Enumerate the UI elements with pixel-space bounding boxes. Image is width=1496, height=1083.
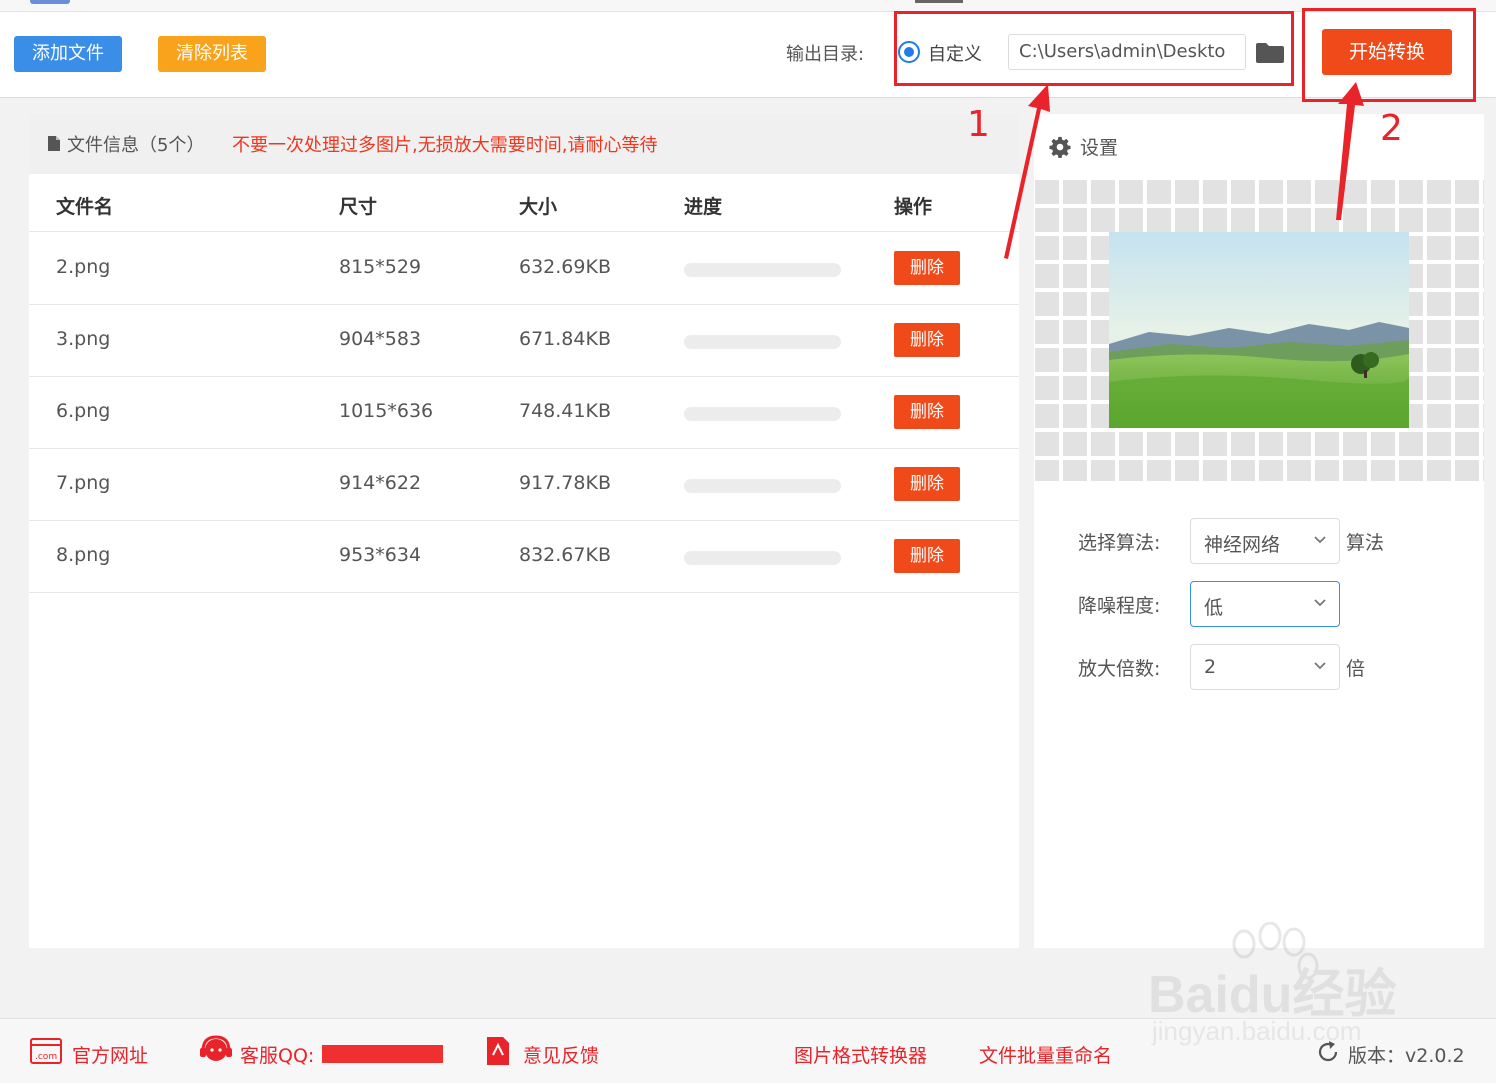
progress-bar: [684, 479, 841, 493]
feedback-icon: [487, 1037, 509, 1065]
refresh-icon[interactable]: [1316, 1040, 1340, 1064]
annotation-number-1: 1: [967, 104, 990, 145]
algorithm-select[interactable]: 神经网络: [1190, 518, 1340, 564]
table-row: 8.png 953*634 832.67KB 删除: [29, 521, 1019, 593]
file-table-header: 文件名 尺寸 大小 进度 操作: [29, 174, 1019, 232]
document-icon: [48, 136, 60, 151]
svg-text:.com: .com: [35, 1052, 57, 1062]
chevron-down-icon: [1314, 662, 1326, 670]
processing-warning: 不要一次处理过多图片,无损放大需要时间,请耐心等待: [232, 135, 658, 156]
dimensions-cell: 1015*636: [339, 400, 434, 422]
algorithm-label: 选择算法:: [1078, 532, 1161, 554]
file-name-cell: 7.png: [56, 472, 111, 494]
table-row: 2.png 815*529 632.69KB 删除: [29, 233, 1019, 305]
column-header-name: 文件名: [56, 196, 114, 218]
delete-button[interactable]: 删除: [894, 251, 960, 285]
website-icon: .com: [30, 1038, 62, 1064]
scale-select[interactable]: 2: [1190, 644, 1340, 690]
filesize-cell: 832.67KB: [519, 544, 611, 566]
column-header-action: 操作: [894, 196, 933, 218]
denoise-select[interactable]: 低: [1190, 581, 1340, 627]
version-label: 版本：v2.0.2: [1348, 1045, 1465, 1067]
dimensions-cell: 953*634: [339, 544, 422, 566]
annotation-box-start: [1302, 8, 1476, 102]
settings-title: 设置: [1080, 137, 1119, 159]
filesize-cell: 748.41KB: [519, 400, 611, 422]
progress-bar: [684, 407, 841, 421]
column-header-progress: 进度: [684, 196, 723, 218]
delete-button[interactable]: 删除: [894, 539, 960, 573]
filesize-cell: 917.78KB: [519, 472, 611, 494]
official-website-link[interactable]: 官方网址: [72, 1041, 148, 1068]
annotation-box-output: [894, 11, 1294, 86]
redacted-qq-number: [322, 1045, 443, 1063]
chevron-down-icon: [1314, 536, 1326, 544]
batch-rename-link[interactable]: 文件批量重命名: [979, 1041, 1112, 1068]
top-tab-indicator: [30, 0, 70, 4]
service-qq-link[interactable]: 客服QQ:: [240, 1041, 314, 1068]
file-name-cell: 6.png: [56, 400, 111, 422]
top-tab-indicator-2: [915, 0, 963, 3]
scale-label: 放大倍数:: [1078, 658, 1161, 680]
clear-list-button[interactable]: 清除列表: [158, 36, 266, 72]
delete-button[interactable]: 删除: [894, 395, 960, 429]
scale-select-value: 2: [1204, 656, 1217, 678]
feedback-link[interactable]: 意见反馈: [523, 1041, 599, 1068]
column-header-filesize: 大小: [519, 196, 558, 218]
progress-bar: [684, 263, 841, 277]
table-row: 3.png 904*583 671.84KB 删除: [29, 305, 1019, 377]
scale-suffix: 倍: [1346, 658, 1366, 680]
output-dir-label: 输出目录:: [786, 44, 865, 65]
algorithm-select-value: 神经网络: [1204, 534, 1281, 556]
file-list-panel: 文件信息（5个） 不要一次处理过多图片,无损放大需要时间,请耐心等待 文件名 尺…: [29, 114, 1019, 948]
table-row: 6.png 1015*636 748.41KB 删除: [29, 377, 1019, 449]
chevron-down-icon: [1314, 599, 1326, 607]
add-files-button[interactable]: 添加文件: [14, 36, 122, 72]
column-header-dimensions: 尺寸: [339, 196, 378, 218]
file-name-cell: 2.png: [56, 256, 111, 278]
dimensions-cell: 815*529: [339, 256, 422, 278]
file-name-cell: 8.png: [56, 544, 111, 566]
format-converter-link[interactable]: 图片格式转换器: [794, 1041, 927, 1068]
file-panel-header: 文件信息（5个） 不要一次处理过多图片,无损放大需要时间,请耐心等待: [29, 114, 1019, 174]
delete-button[interactable]: 删除: [894, 323, 960, 357]
progress-bar: [684, 551, 841, 565]
dimensions-cell: 914*622: [339, 472, 422, 494]
progress-bar: [684, 335, 841, 349]
file-panel-title: 文件信息（5个）: [67, 135, 205, 156]
delete-button[interactable]: 删除: [894, 467, 960, 501]
annotation-number-2: 2: [1380, 108, 1403, 149]
customer-service-icon: [200, 1035, 232, 1061]
preview-image: [1109, 232, 1409, 428]
table-row: 7.png 914*622 917.78KB 删除: [29, 449, 1019, 521]
filesize-cell: 671.84KB: [519, 328, 611, 350]
dimensions-cell: 904*583: [339, 328, 422, 350]
watermark-brand: Baidu经验: [1148, 966, 1397, 1024]
denoise-label: 降噪程度:: [1078, 595, 1161, 617]
denoise-select-value: 低: [1204, 597, 1224, 619]
settings-panel: 设置 选择算法: 神经网络 算法 降噪程度: 低 放大倍数: 2 倍: [1034, 114, 1484, 948]
footer-bar: .com 官方网址 客服QQ: 意见反馈 图片格式转换器 文件批量重命名 版本：…: [0, 1018, 1496, 1083]
algorithm-suffix: 算法: [1346, 532, 1385, 554]
filesize-cell: 632.69KB: [519, 256, 611, 278]
gear-icon: [1049, 136, 1071, 158]
file-name-cell: 3.png: [56, 328, 111, 350]
